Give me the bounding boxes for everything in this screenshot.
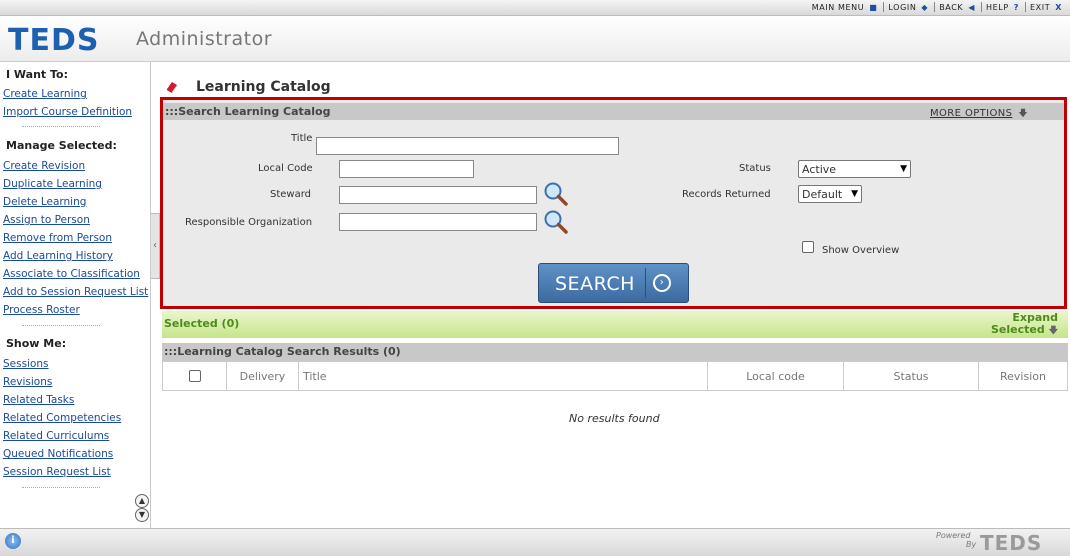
button-divider — [645, 268, 646, 298]
expand-selected-link[interactable]: Expand Selected 🡇 — [991, 312, 1058, 337]
diamond-icon: ◆ — [921, 2, 929, 12]
status-label: Status — [739, 163, 771, 174]
app-header: TEDS Administrator — [0, 16, 1070, 62]
local-code-label: Local Code — [258, 163, 313, 174]
section-divider — [22, 325, 100, 326]
sidebar: I Want To: Create Learning Import Course… — [0, 62, 151, 528]
teds-footer-logo: TEDS — [980, 532, 1042, 552]
search-panel-title: :::Search Learning Catalog — [165, 105, 331, 118]
nav-separator — [883, 2, 885, 12]
login-link[interactable]: LOGIN ◆ — [888, 3, 928, 12]
selected-count: Selected (0) — [164, 317, 240, 330]
column-header-title[interactable]: Title — [299, 362, 708, 391]
column-header-revision[interactable]: Revision — [979, 362, 1067, 391]
top-nav-bar: MAIN MENU ■ LOGIN ◆ BACK ◀ HELP ? EXIT X — [0, 0, 1070, 16]
related-tasks-link[interactable]: Related Tasks — [3, 394, 74, 406]
book-icon — [167, 82, 178, 94]
steward-search-icon[interactable] — [543, 181, 569, 207]
section-divider — [22, 126, 100, 127]
show-me-heading: Show Me: — [6, 337, 67, 350]
records-returned-label: Records Returned — [682, 189, 771, 200]
selected-bar: Selected (0) Expand Selected 🡇 — [162, 311, 1068, 338]
scroll-down-icon[interactable]: ▼ — [135, 508, 149, 522]
empty-results-message: No results found — [569, 412, 660, 425]
down-arrow-icon: 🡇 — [1018, 109, 1029, 119]
add-learning-history-link[interactable]: Add Learning History — [3, 250, 113, 262]
results-table: Delivery Title Local code Status Revisio… — [162, 361, 1068, 391]
search-panel: :::Search Learning Catalog MORE OPTIONS 🡇… — [160, 97, 1067, 309]
page-title: Learning Catalog — [196, 79, 331, 95]
manage-selected-heading: Manage Selected: — [6, 139, 117, 152]
associate-to-classification-link[interactable]: Associate to Classification — [3, 268, 140, 280]
import-course-definition-link[interactable]: Import Course Definition — [3, 106, 132, 118]
title-label: Title — [291, 133, 313, 144]
records-returned-select[interactable]: Default ▼ — [798, 185, 862, 203]
down-arrow-icon: 🡇 — [1048, 326, 1058, 336]
local-code-input[interactable] — [339, 160, 474, 178]
footer: i Powered By TEDS — [0, 528, 1070, 556]
steward-label: Steward — [270, 189, 312, 200]
search-button[interactable]: SEARCH › — [538, 263, 689, 303]
responsible-organization-input[interactable] — [339, 213, 537, 231]
top-nav-links: MAIN MENU ■ LOGIN ◆ BACK ◀ HELP ? EXIT X — [808, 2, 1062, 12]
steward-input[interactable] — [339, 186, 537, 204]
page-title-row: Learning Catalog — [165, 78, 331, 96]
show-overview-checkbox[interactable] — [802, 241, 814, 253]
column-header-delivery[interactable]: Delivery — [227, 362, 299, 391]
remove-from-person-link[interactable]: Remove from Person — [3, 232, 112, 244]
powered-by-text: Powered By — [936, 531, 977, 549]
back-link[interactable]: BACK ◀ — [939, 3, 975, 12]
info-icon[interactable]: i — [5, 533, 21, 549]
related-curriculums-link[interactable]: Related Curriculums — [3, 430, 109, 442]
teds-logo: TEDS — [8, 24, 99, 54]
column-header-status[interactable]: Status — [844, 362, 979, 391]
more-options-link[interactable]: MORE OPTIONS 🡇 — [930, 106, 1028, 122]
create-learning-link[interactable]: Create Learning — [3, 88, 87, 100]
go-arrow-icon: › — [653, 274, 671, 292]
revisions-link[interactable]: Revisions — [3, 376, 52, 388]
back-arrow-icon: ◀ — [968, 2, 976, 12]
related-competencies-link[interactable]: Related Competencies — [3, 412, 121, 424]
queued-notifications-link[interactable]: Queued Notifications — [3, 448, 113, 460]
search-panel-header: :::Search Learning Catalog MORE OPTIONS 🡇 — [163, 103, 1064, 120]
chevron-down-icon: ▼ — [851, 189, 858, 199]
collapse-sidebar-handle[interactable]: ‹ — [151, 213, 160, 279]
main-menu-link[interactable]: MAIN MENU ■ — [812, 3, 878, 12]
nav-separator — [934, 2, 936, 12]
responsible-organization-search-icon[interactable] — [543, 209, 569, 235]
results-header: :::Learning Catalog Search Results (0) — [162, 343, 1068, 361]
assign-to-person-link[interactable]: Assign to Person — [3, 214, 90, 226]
delete-learning-link[interactable]: Delete Learning — [3, 196, 86, 208]
i-want-to-heading: I Want To: — [6, 68, 69, 81]
column-header-local-code[interactable]: Local code — [708, 362, 844, 391]
app-title: Administrator — [136, 28, 273, 50]
title-input[interactable] — [316, 137, 619, 155]
show-overview-label: Show Overview — [822, 245, 900, 256]
select-all-checkbox[interactable] — [189, 370, 201, 382]
scroll-up-icon[interactable]: ▲ — [135, 494, 149, 508]
create-revision-link[interactable]: Create Revision — [3, 160, 85, 172]
status-select[interactable]: Active ▼ — [798, 160, 911, 178]
close-icon: X — [1055, 2, 1062, 12]
sessions-link[interactable]: Sessions — [3, 358, 49, 370]
nav-separator — [981, 2, 983, 12]
help-link[interactable]: HELP ? — [986, 3, 1019, 12]
svg-text:TEDS: TEDS — [8, 24, 99, 54]
svg-text:TEDS: TEDS — [980, 532, 1042, 552]
responsible-organization-label: Responsible Organization — [185, 217, 313, 228]
help-icon: ? — [1013, 2, 1020, 12]
stop-square-icon: ■ — [869, 2, 878, 12]
section-divider — [22, 487, 100, 488]
session-request-list-link[interactable]: Session Request List — [3, 466, 111, 478]
chevron-down-icon: ▼ — [900, 164, 907, 174]
process-roster-link[interactable]: Process Roster — [3, 304, 80, 316]
select-all-column — [163, 362, 227, 391]
results-title: :::Learning Catalog Search Results (0) — [164, 345, 401, 358]
add-to-session-request-list-link[interactable]: Add to Session Request List — [3, 286, 148, 298]
nav-separator — [1025, 2, 1027, 12]
exit-link[interactable]: EXIT X — [1030, 3, 1062, 12]
duplicate-learning-link[interactable]: Duplicate Learning — [3, 178, 102, 190]
